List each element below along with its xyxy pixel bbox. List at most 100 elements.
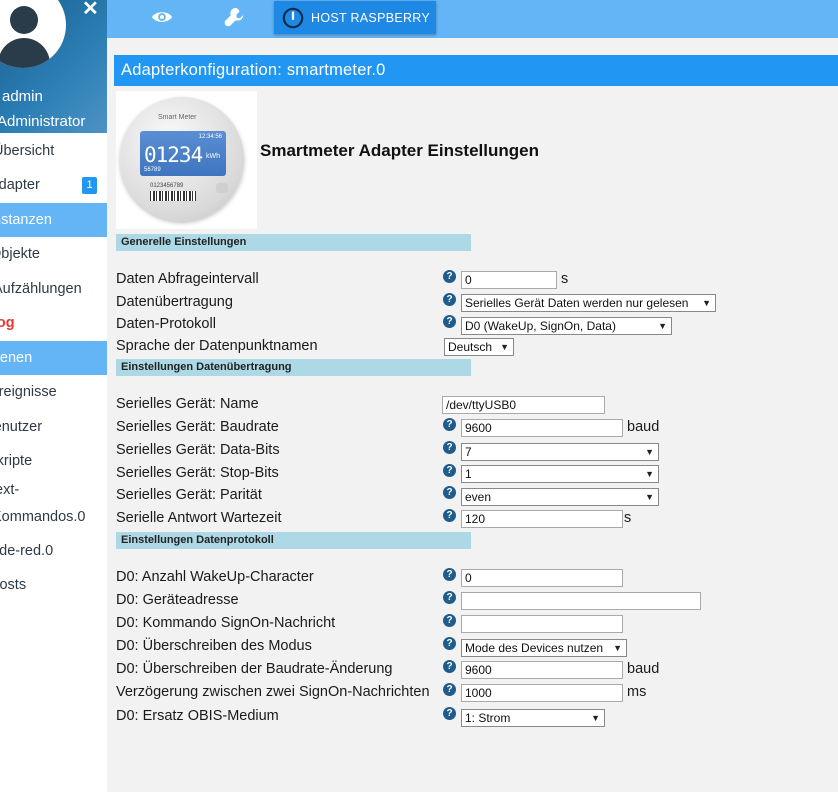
meter-time: 12:34:56 [198,134,222,140]
baudrate-label: Serielles Gerät: Baudrate [116,419,279,435]
host-button[interactable]: HOST RASPBERRY [274,1,436,34]
section-header-general: Generelle Einstellungen [116,234,471,251]
help-icon[interactable]: ? [443,441,456,454]
obis-select[interactable]: 1: Strom ▼ [461,709,605,727]
help-icon[interactable]: ? [443,486,456,499]
wakeup-label: D0: Anzahl WakeUp-Character [116,569,314,585]
sidebar-item-hosts[interactable]: Hosts [0,568,107,602]
language-select-value: Deutsch [448,340,493,354]
sidebar-item-label: text- [0,482,20,498]
toolbar: HOST RASPBERRY [107,0,838,38]
meter-image: Smart Meter 12:34:56 01234 kWh 56789 012… [120,97,244,221]
sidebar-item-text-kommandos-2[interactable]: Kommandos.0 [0,500,107,534]
meter-button [216,183,228,193]
address-input[interactable] [461,592,701,610]
chevron-down-icon: ▼ [645,492,654,502]
sidebar-item-log[interactable]: Log [0,306,107,340]
transfer-select[interactable]: Serielles Gerät Daten werden nur gelesen… [461,294,716,312]
help-icon[interactable]: ? [443,614,456,627]
help-icon[interactable]: ? [443,270,456,283]
obis-label: D0: Ersatz OBIS-Medium [116,708,279,724]
databits-label: Serielles Gerät: Data-Bits [116,442,280,458]
baudrate-input[interactable] [461,419,623,437]
baud-change-input[interactable] [461,661,623,679]
device-name-input[interactable] [442,396,605,414]
transfer-label: Datenübertragung [116,294,233,310]
help-icon[interactable]: ? [443,591,456,604]
timeout-input[interactable] [461,510,623,528]
interval-unit: s [561,271,569,287]
device-name-label: Serielles Gerät: Name [116,396,259,412]
meter-brand-text: Smart Meter [158,114,197,121]
adapter-update-badge: 1 [82,177,97,194]
baud-change-label: D0: Überschreiben der Baudrate-Änderung [116,661,393,677]
mode-select[interactable]: Mode des Devices nutzen ▼ [461,639,627,657]
user-role: Administrator [0,113,86,130]
stopbits-label: Serielles Gerät: Stop-Bits [116,465,279,481]
meter-digits: 01234 [144,143,203,167]
sidebar-item-objekte[interactable]: Objekte [0,237,107,271]
parity-select-value: even [465,490,492,504]
sidebar-item-adapter[interactable]: Adapter 1 [0,168,107,202]
delay-unit: ms [627,684,647,700]
sidebar-item-text-kommandos[interactable]: text- [0,479,107,501]
help-icon[interactable]: ? [443,509,456,522]
sidebar-item-label: Szenen [0,350,33,366]
stopbits-select[interactable]: 1 ▼ [461,465,659,483]
timeout-unit: s [624,510,632,526]
smartmeter-logo: Smart Meter 12:34:56 01234 kWh 56789 012… [116,91,257,229]
delay-input[interactable] [461,684,623,702]
help-icon[interactable]: ? [443,293,456,306]
help-icon[interactable]: ? [443,707,456,720]
help-icon[interactable]: ? [443,660,456,673]
sidebar-item-aufzaehlungen[interactable]: Aufzählungen [0,272,107,306]
language-select[interactable]: Deutsch ▼ [444,338,514,356]
parity-select[interactable]: even ▼ [461,488,659,506]
language-label: Sprache der Datenpunktnamen [116,338,318,354]
stopbits-select-value: 1 [465,467,472,481]
sidebar-item-label: Kommandos.0 [0,509,86,525]
help-icon[interactable]: ? [443,637,456,650]
meter-unit: kWh [206,153,220,160]
protocol-select-value: D0 (WakeUp, SignOn, Data) [465,319,616,333]
help-icon[interactable]: ? [443,683,456,696]
close-icon[interactable]: ✕ [82,0,99,21]
interval-input[interactable] [461,271,557,289]
host-label: HOST RASPBERRY [311,11,431,25]
help-icon[interactable]: ? [443,568,456,581]
sidebar-item-benutzer[interactable]: Benutzer [0,410,107,444]
wrench-icon[interactable] [223,6,245,28]
host-power-icon [282,7,304,29]
address-label: D0: Geräteadresse [116,592,239,608]
sidebar-item-skripte[interactable]: Skripte [0,444,107,478]
sidebar-item-uebersicht[interactable]: Übersicht [0,134,107,168]
timeout-label: Serielle Antwort Wartezeit [116,510,282,526]
interval-label: Daten Abfrageintervall [116,271,259,287]
chevron-down-icon: ▼ [645,469,654,479]
sidebar-item-label: Skripte [0,453,33,469]
signon-label: D0: Kommando SignOn-Nachricht [116,615,336,631]
sidebar: ✕ admin Administrator Übersicht Adapter 1… [0,0,107,792]
meter-display: 12:34:56 01234 kWh 56789 [140,131,226,176]
sidebar-item-label: Adapter [0,177,40,193]
sidebar-item-ereignisse[interactable]: Ereignisse [0,375,107,409]
databits-select[interactable]: 7 ▼ [461,443,659,461]
user-profile: ✕ admin Administrator [0,0,107,133]
sidebar-item-node-red[interactable]: node-red.0 [0,534,107,568]
page-title: Adapterkonfiguration: smartmeter.0 [121,61,386,79]
parity-label: Serielles Gerät: Parität [116,487,262,503]
wakeup-input[interactable] [461,569,623,587]
protocol-select[interactable]: D0 (WakeUp, SignOn, Data) ▼ [461,317,672,335]
chevron-down-icon: ▼ [702,298,711,308]
eye-icon[interactable] [151,8,173,26]
section-header-protocol: Einstellungen Datenprotokoll [116,532,471,549]
signon-input[interactable] [461,615,623,633]
section-header-transfer: Einstellungen Datenübertragung [116,359,471,376]
help-icon[interactable]: ? [443,464,456,477]
adapter-heading: Smartmeter Adapter Einstellungen [260,141,539,160]
sidebar-item-instanzen[interactable]: Instanzen [0,203,107,237]
avatar[interactable] [0,0,66,68]
help-icon[interactable]: ? [443,315,456,328]
sidebar-item-szenen[interactable]: Szenen [0,341,107,375]
help-icon[interactable]: ? [443,418,456,431]
